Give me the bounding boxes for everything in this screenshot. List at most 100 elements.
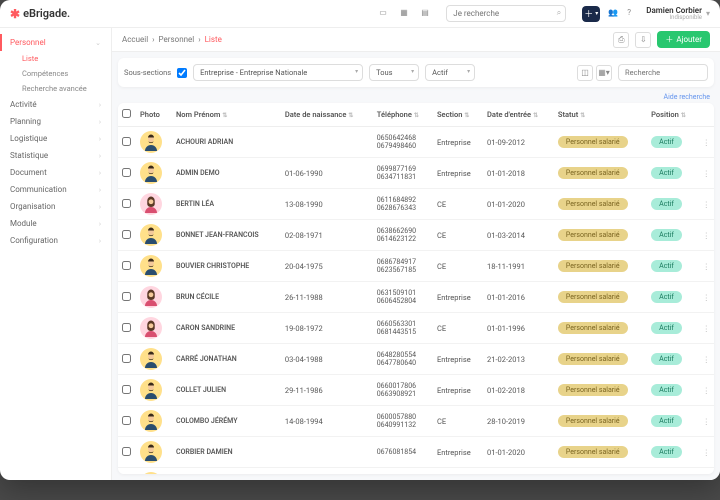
view-grid-button[interactable]: ▦▾ bbox=[596, 65, 612, 81]
sidebar-sub-liste[interactable]: Liste bbox=[0, 51, 111, 66]
sidebar-sub-recherche[interactable]: Recherche avancée bbox=[0, 81, 111, 96]
col-photo[interactable]: Photo bbox=[136, 103, 172, 127]
table-row[interactable]: 0639308205⋮ bbox=[118, 468, 714, 475]
users-icon[interactable]: 👥 bbox=[608, 8, 619, 19]
col-position[interactable]: Position⇅ bbox=[647, 103, 698, 127]
row-actions-icon[interactable]: ⋮ bbox=[699, 344, 715, 375]
row-actions-icon[interactable]: ⋮ bbox=[699, 313, 715, 344]
search-icon[interactable]: ⌕ bbox=[557, 8, 561, 18]
avatar bbox=[140, 131, 162, 153]
table-row[interactable]: COLOMBO JéRéMY14-08-19940600057880064099… bbox=[118, 406, 714, 437]
table-search-input[interactable] bbox=[618, 64, 708, 81]
avatar bbox=[140, 224, 162, 246]
help-icon[interactable]: ? bbox=[627, 8, 638, 19]
cell-section: Entreprise bbox=[433, 282, 483, 313]
crumb-personnel[interactable]: Personnel bbox=[159, 35, 195, 44]
cell-section: Entreprise bbox=[433, 344, 483, 375]
cell-status: Personnel salarié bbox=[554, 282, 647, 313]
filter-status-select[interactable]: Actif bbox=[425, 64, 475, 81]
table-row[interactable]: CARON SANDRINE19-08-19720660563301068144… bbox=[118, 313, 714, 344]
row-checkbox[interactable] bbox=[122, 354, 131, 363]
calendar-week-icon[interactable]: ▦ bbox=[400, 8, 411, 19]
table-row[interactable]: BONNET JEAN-FRANCOIS02-08-19710638662690… bbox=[118, 220, 714, 251]
col-status[interactable]: Statut⇅ bbox=[554, 103, 647, 127]
filter-type-select[interactable]: Tous bbox=[369, 64, 419, 81]
row-actions-icon[interactable]: ⋮ bbox=[699, 158, 715, 189]
cell-section: CE bbox=[433, 313, 483, 344]
row-actions-icon[interactable]: ⋮ bbox=[699, 375, 715, 406]
global-search-input[interactable] bbox=[446, 5, 566, 22]
row-checkbox[interactable] bbox=[122, 199, 131, 208]
sidebar-item-document[interactable]: Document› bbox=[0, 164, 111, 181]
sidebar-item-statistique[interactable]: Statistique› bbox=[0, 147, 111, 164]
row-checkbox[interactable] bbox=[122, 230, 131, 239]
print-button[interactable]: ⎙ bbox=[613, 32, 629, 48]
row-checkbox[interactable] bbox=[122, 447, 131, 456]
filter-subsections-checkbox[interactable] bbox=[177, 68, 187, 78]
row-actions-icon[interactable]: ⋮ bbox=[699, 127, 715, 158]
row-checkbox[interactable] bbox=[122, 323, 131, 332]
row-checkbox[interactable] bbox=[122, 416, 131, 425]
select-all-checkbox[interactable] bbox=[122, 109, 131, 118]
table-row[interactable]: CARRé JONATHAN03-04-19880648280554064778… bbox=[118, 344, 714, 375]
row-checkbox[interactable] bbox=[122, 292, 131, 301]
sidebar-sub-competences[interactable]: Compétences bbox=[0, 66, 111, 81]
col-phone[interactable]: Téléphone⇅ bbox=[373, 103, 433, 127]
col-name[interactable]: Nom Prénom⇅ bbox=[172, 103, 281, 127]
table-row[interactable]: BOUVIER CHRISTOPHE20-04-1975068678491706… bbox=[118, 251, 714, 282]
cell-dob: 01-06-1990 bbox=[281, 158, 373, 189]
cell-section: Entreprise bbox=[433, 437, 483, 468]
table-row[interactable]: COLLET JULIEN29-11-198606600178060663908… bbox=[118, 375, 714, 406]
row-checkbox[interactable] bbox=[122, 168, 131, 177]
brand-logo[interactable]: ✱ eBrigade. bbox=[10, 7, 70, 21]
user-menu[interactable]: Damien Corbier Indisponible ▾ bbox=[646, 7, 710, 21]
cell-phone: 06867849170623567185 bbox=[373, 251, 433, 282]
calendar-month-icon[interactable]: ▤ bbox=[421, 8, 432, 19]
avatar bbox=[140, 379, 162, 401]
sidebar-item-logistique[interactable]: Logistique› bbox=[0, 130, 111, 147]
cell-section: CE bbox=[433, 251, 483, 282]
col-section[interactable]: Section⇅ bbox=[433, 103, 483, 127]
sidebar-item-communication[interactable]: Communication› bbox=[0, 181, 111, 198]
quick-add-button[interactable]: ＋ bbox=[582, 6, 600, 22]
cell-position: Actif bbox=[647, 158, 698, 189]
crumb-home[interactable]: Accueil bbox=[122, 35, 148, 44]
row-actions-icon[interactable]: ⋮ bbox=[699, 282, 715, 313]
row-checkbox[interactable] bbox=[122, 137, 131, 146]
sidebar-item-activite[interactable]: Activité› bbox=[0, 96, 111, 113]
add-button[interactable]: ＋Ajouter bbox=[657, 31, 710, 48]
row-checkbox[interactable] bbox=[122, 385, 131, 394]
search-help-link[interactable]: Aide recherche bbox=[112, 93, 720, 103]
cell-name: CARON SANDRINE bbox=[172, 313, 281, 344]
row-actions-icon[interactable]: ⋮ bbox=[699, 251, 715, 282]
table-row[interactable]: BRUN CéCILE26-11-19880631509101060645280… bbox=[118, 282, 714, 313]
calendar-day-icon[interactable]: ▭ bbox=[379, 8, 390, 19]
sidebar-item-module[interactable]: Module› bbox=[0, 215, 111, 232]
table-row[interactable]: CORBIER DAMIEN0676081854Entreprise01-01-… bbox=[118, 437, 714, 468]
col-entry[interactable]: Date d'entrée⇅ bbox=[483, 103, 554, 127]
row-actions-icon[interactable]: ⋮ bbox=[699, 406, 715, 437]
sort-icon: ⇅ bbox=[464, 112, 469, 119]
row-actions-icon[interactable]: ⋮ bbox=[699, 220, 715, 251]
sort-icon: ⇅ bbox=[533, 112, 538, 119]
filter-section-select[interactable]: Entreprise - Entreprise Nationale bbox=[193, 64, 363, 81]
page-actions: ⎙ ⇩ ＋Ajouter bbox=[613, 31, 710, 48]
table-row[interactable]: ACHOURI ADRIAN06506424680679498460Entrep… bbox=[118, 127, 714, 158]
body: Personnel⌄ Liste Compétences Recherche a… bbox=[0, 28, 720, 480]
main: Accueil › Personnel › Liste ⎙ ⇩ ＋Ajouter… bbox=[112, 28, 720, 480]
table-row[interactable]: ADMIN DEMO01-06-199006998771690634711831… bbox=[118, 158, 714, 189]
view-card-button[interactable]: ◫ bbox=[577, 65, 593, 81]
sidebar-item-planning[interactable]: Planning› bbox=[0, 113, 111, 130]
row-checkbox[interactable] bbox=[122, 261, 131, 270]
sidebar-item-personnel[interactable]: Personnel⌄ bbox=[0, 34, 111, 51]
export-button[interactable]: ⇩ bbox=[635, 32, 651, 48]
row-actions-icon[interactable]: ⋮ bbox=[699, 437, 715, 468]
cell-position: Actif bbox=[647, 220, 698, 251]
avatar bbox=[140, 317, 162, 339]
sidebar-item-organisation[interactable]: Organisation› bbox=[0, 198, 111, 215]
table-row[interactable]: BERTIN LéA13-08-199006116848920628676343… bbox=[118, 189, 714, 220]
sidebar-item-configuration[interactable]: Configuration› bbox=[0, 232, 111, 249]
col-dob[interactable]: Date de naissance⇅ bbox=[281, 103, 373, 127]
row-actions-icon[interactable]: ⋮ bbox=[699, 189, 715, 220]
row-actions-icon[interactable]: ⋮ bbox=[699, 468, 715, 475]
